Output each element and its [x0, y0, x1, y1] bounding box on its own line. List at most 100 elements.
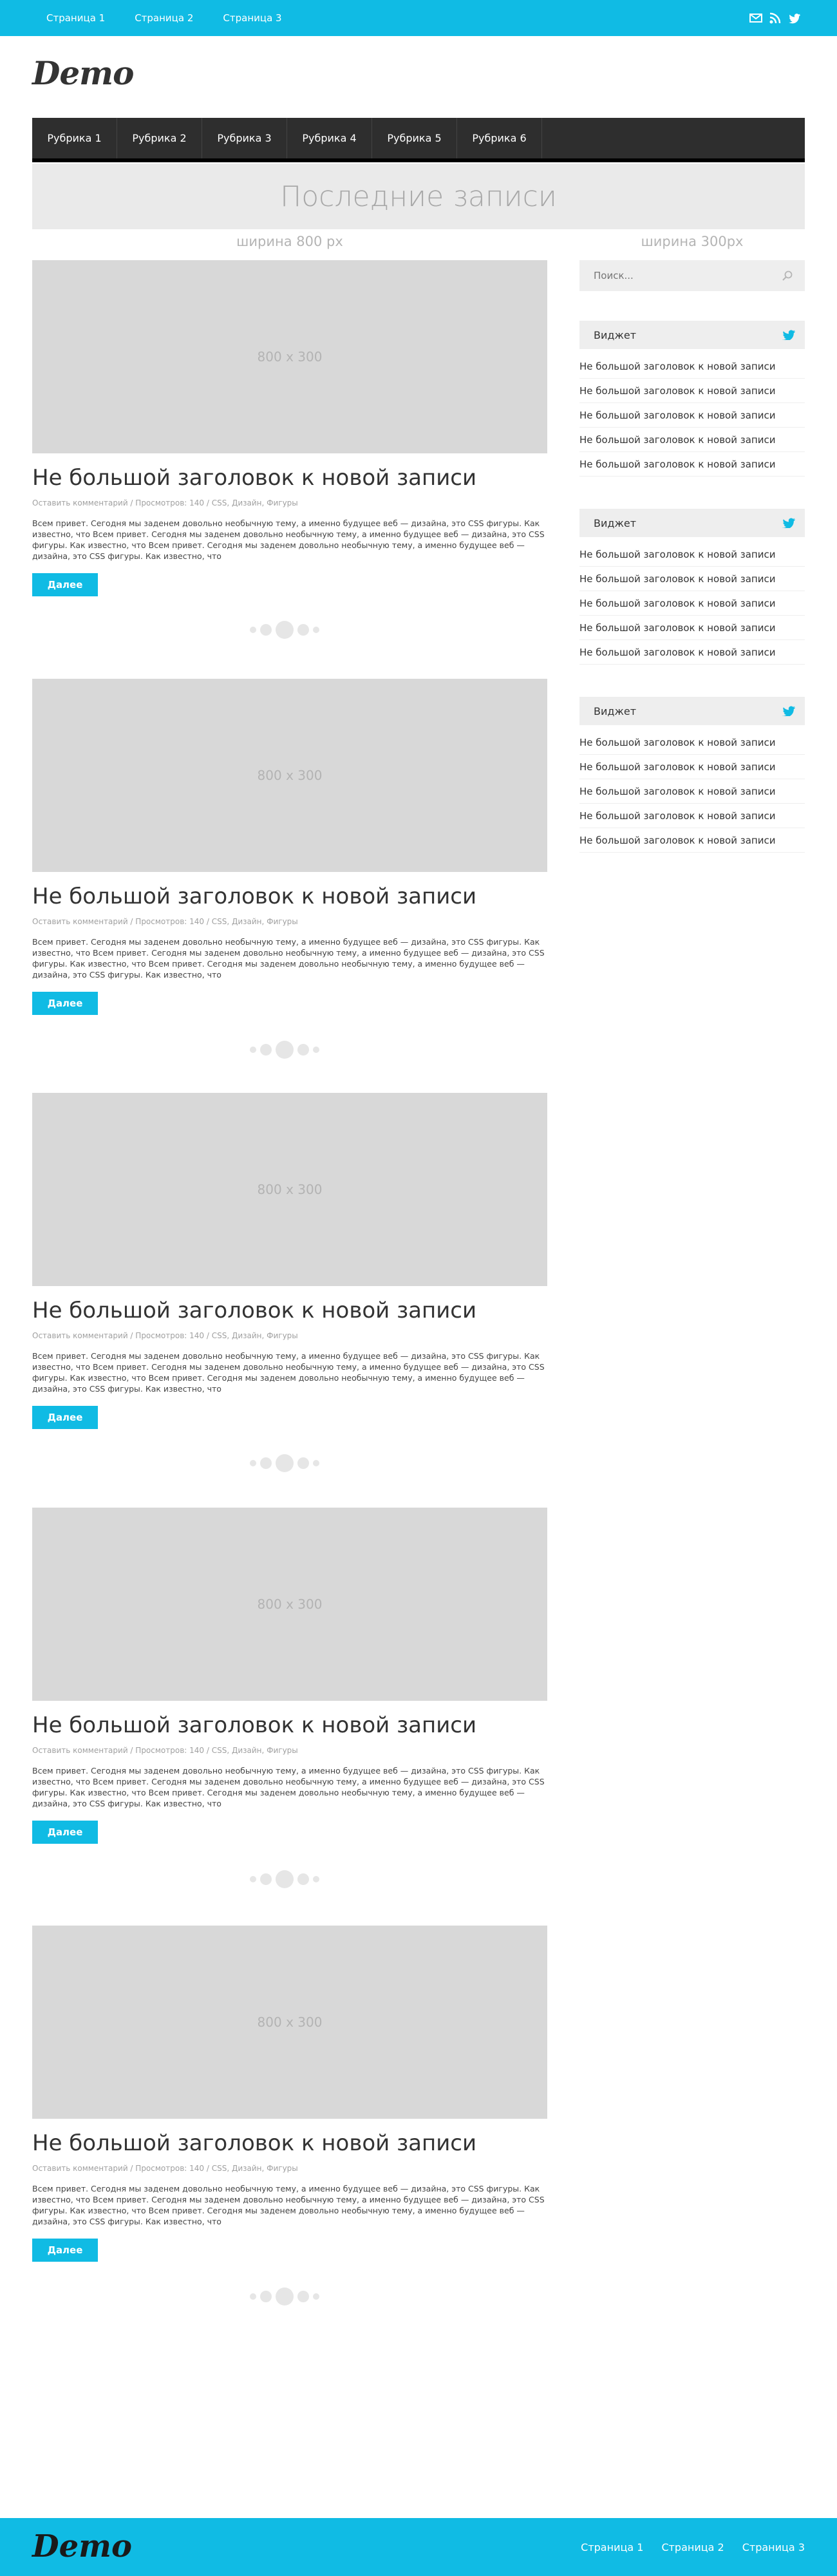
- post-card: 800 x 300 Не большой заголовок к новой з…: [32, 679, 547, 1015]
- footer-pages: Страница 1 Страница 2 Страница 3: [581, 2518, 805, 2576]
- dot: [297, 2291, 309, 2302]
- post-title[interactable]: Не большой заголовок к новой записи: [32, 464, 547, 492]
- main-width-label: ширина 800 px: [236, 234, 343, 249]
- sidebar-widget: Виджет Не большой заголовок к новой запи…: [579, 321, 805, 477]
- nav-item-2[interactable]: Рубрика 2: [117, 118, 202, 158]
- post-card: 800 x 300 Не большой заголовок к новой з…: [32, 260, 547, 596]
- twitter-icon[interactable]: [788, 12, 801, 24]
- loading-dots: [250, 1869, 319, 1889]
- widget-link[interactable]: Не большой заголовок к новой записи: [579, 828, 805, 853]
- widget-link[interactable]: Не большой заголовок к новой записи: [579, 567, 805, 591]
- twitter-icon: [782, 518, 796, 529]
- read-more-button[interactable]: Далее: [32, 1821, 98, 1844]
- post-thumbnail[interactable]: 800 x 300: [32, 260, 547, 453]
- loading-dots: [250, 2286, 319, 2307]
- search-box: [579, 260, 805, 291]
- widget-link[interactable]: Не большой заголовок к новой записи: [579, 640, 805, 665]
- loading-dots: [250, 1039, 319, 1060]
- top-page-link-2[interactable]: Страница 2: [135, 12, 193, 24]
- nav-item-5[interactable]: Рубрика 5: [372, 118, 457, 158]
- widget-link[interactable]: Не большой заголовок к новой записи: [579, 379, 805, 403]
- widget-link[interactable]: Не большой заголовок к новой записи: [579, 779, 805, 804]
- twitter-icon: [782, 330, 796, 341]
- nav-item-3[interactable]: Рубрика 3: [202, 118, 287, 158]
- post-meta: Оставить комментарий / Просмотров: 140 /…: [32, 498, 298, 507]
- post-title[interactable]: Не большой заголовок к новой записи: [32, 1711, 547, 1739]
- widget-link[interactable]: Не большой заголовок к новой записи: [579, 730, 805, 755]
- widget-link[interactable]: Не большой заголовок к новой записи: [579, 428, 805, 452]
- dot: [313, 1460, 319, 1466]
- widget-link[interactable]: Не большой заголовок к новой записи: [579, 616, 805, 640]
- dot: [297, 1457, 309, 1469]
- site-logo[interactable]: Demo: [32, 54, 134, 92]
- dot: [276, 2287, 294, 2306]
- search-input[interactable]: [579, 260, 773, 291]
- page-title: Последние записи: [32, 164, 805, 229]
- dot: [313, 1876, 319, 1882]
- dot: [276, 1454, 294, 1472]
- footer-logo[interactable]: Demo: [32, 2528, 132, 2564]
- widget-link[interactable]: Не большой заголовок к новой записи: [579, 452, 805, 477]
- post-excerpt: Всем привет. Сегодня мы заденем довольно…: [32, 1766, 545, 1808]
- post-card: 800 x 300 Не большой заголовок к новой з…: [32, 1508, 547, 1844]
- widget-link[interactable]: Не большой заголовок к новой записи: [579, 354, 805, 379]
- widget-link[interactable]: Не большой заголовок к новой записи: [579, 542, 805, 567]
- read-more-button[interactable]: Далее: [32, 2239, 98, 2262]
- widget-link[interactable]: Не большой заголовок к новой записи: [579, 403, 805, 428]
- loading-dots: [250, 620, 319, 640]
- loading-dots: [250, 1453, 319, 1473]
- search-icon[interactable]: [782, 270, 793, 281]
- widget-header: Виджет: [579, 321, 805, 349]
- read-more-button[interactable]: Далее: [32, 573, 98, 596]
- dot: [313, 627, 319, 633]
- dot: [260, 1873, 272, 1885]
- read-more-button[interactable]: Далее: [32, 1406, 98, 1429]
- widget-link[interactable]: Не большой заголовок к новой записи: [579, 591, 805, 616]
- post-card: 800 x 300 Не большой заголовок к новой з…: [32, 1093, 547, 1429]
- post-meta: Оставить комментарий / Просмотров: 140 /…: [32, 2164, 298, 2173]
- post-excerpt: Всем привет. Сегодня мы заденем довольно…: [32, 937, 545, 980]
- dot: [313, 2293, 319, 2300]
- dot: [297, 1873, 309, 1885]
- post-meta: Оставить комментарий / Просмотров: 140 /…: [32, 1331, 298, 1340]
- sidebar-widget: Виджет Не большой заголовок к новой запи…: [579, 697, 805, 853]
- post-thumbnail[interactable]: 800 x 300: [32, 679, 547, 872]
- widget-list: Не большой заголовок к новой записи Не б…: [579, 730, 805, 853]
- nav-item-6[interactable]: Рубрика 6: [457, 118, 542, 158]
- read-more-button[interactable]: Далее: [32, 992, 98, 1015]
- dot: [313, 1046, 319, 1053]
- widget-link[interactable]: Не большой заголовок к новой записи: [579, 804, 805, 828]
- dot: [260, 624, 272, 636]
- footer-page-link-2[interactable]: Страница 2: [661, 2541, 724, 2553]
- top-bar: Страница 1 Страница 2 Страница 3: [0, 0, 837, 36]
- post-title[interactable]: Не большой заголовок к новой записи: [32, 1296, 547, 1325]
- dot: [276, 1041, 294, 1059]
- post-thumbnail[interactable]: 800 x 300: [32, 1093, 547, 1286]
- dot: [276, 621, 294, 639]
- widget-title: Виджет: [594, 516, 637, 529]
- post-thumbnail[interactable]: 800 x 300: [32, 1508, 547, 1701]
- footer-page-link-3[interactable]: Страница 3: [742, 2541, 805, 2553]
- post-card: 800 x 300 Не большой заголовок к новой з…: [32, 1926, 547, 2262]
- dot: [250, 1876, 256, 1882]
- post-excerpt: Всем привет. Сегодня мы заденем довольно…: [32, 2184, 545, 2226]
- post-title[interactable]: Не большой заголовок к новой записи: [32, 2129, 547, 2157]
- nav-item-4[interactable]: Рубрика 4: [287, 118, 372, 158]
- top-page-link-3[interactable]: Страница 3: [223, 12, 281, 24]
- footer: Demo Страница 1 Страница 2 Страница 3: [0, 2518, 837, 2576]
- post-title[interactable]: Не большой заголовок к новой записи: [32, 882, 547, 911]
- widget-header: Виджет: [579, 697, 805, 725]
- dot: [250, 627, 256, 633]
- sidebar-widget: Виджет Не большой заголовок к новой запи…: [579, 509, 805, 665]
- footer-page-link-1[interactable]: Страница 1: [581, 2541, 643, 2553]
- mail-icon[interactable]: [749, 12, 762, 24]
- top-pages: Страница 1 Страница 2 Страница 3: [46, 0, 282, 36]
- widget-link[interactable]: Не большой заголовок к новой записи: [579, 755, 805, 779]
- top-page-link-1[interactable]: Страница 1: [46, 12, 105, 24]
- post-thumbnail[interactable]: 800 x 300: [32, 1926, 547, 2119]
- post-excerpt: Всем привет. Сегодня мы заденем довольно…: [32, 1351, 545, 1394]
- twitter-icon: [782, 706, 796, 717]
- dot: [297, 624, 309, 636]
- rss-icon[interactable]: [769, 12, 782, 24]
- nav-item-1[interactable]: Рубрика 1: [32, 118, 117, 158]
